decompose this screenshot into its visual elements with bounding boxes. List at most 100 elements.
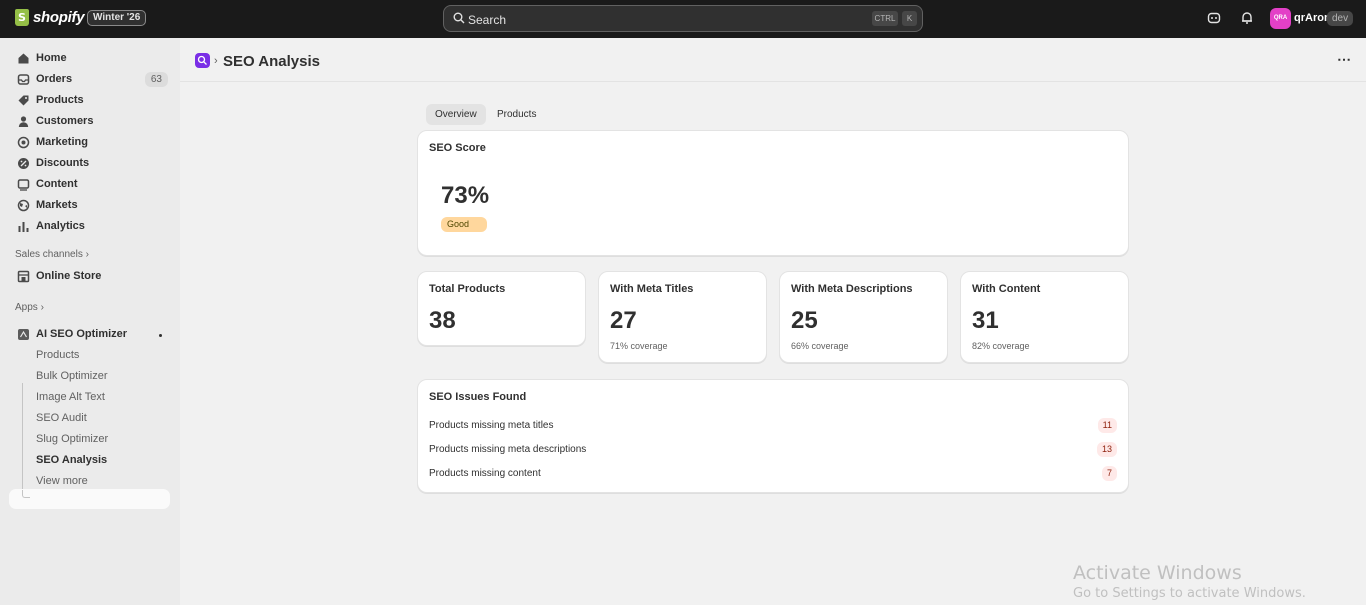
sidebar-item-label: Discounts [36, 157, 90, 169]
seo-score-value: 73% [441, 182, 490, 209]
sidebar-item-customers[interactable]: Customers [9, 111, 170, 132]
target-icon [17, 136, 30, 149]
seo-score-card: SEO Score 73% Good [417, 130, 1129, 256]
stat-card-meta-descriptions: With Meta Descriptions 25 66% coverage [779, 271, 948, 363]
issue-label: Products missing meta titles [429, 420, 554, 431]
seo-app-icon[interactable] [195, 53, 210, 68]
sidebar-item-analytics[interactable]: Analytics [9, 216, 170, 237]
submenu-seo-analysis[interactable]: SEO Analysis [36, 454, 107, 466]
tag-icon [18, 95, 29, 106]
stat-card-content: With Content 31 82% coverage [960, 271, 1129, 363]
seo-issues-card: SEO Issues Found Products missing meta t… [417, 379, 1129, 493]
more-actions-button[interactable]: ⋯ [1335, 52, 1353, 67]
tab-products[interactable]: Products [488, 104, 545, 125]
issue-count-badge: 11 [1097, 418, 1117, 433]
bar-chart-icon [18, 222, 29, 232]
active-submenu-highlight [9, 489, 170, 509]
search-bar[interactable]: Search CTRL K [443, 5, 923, 32]
sales-channels-label: Sales channels [15, 249, 83, 260]
stat-card-total-products: Total Products 38 [417, 271, 586, 346]
search-icon [453, 12, 465, 24]
sidebar-item-label: Online Store [36, 270, 102, 282]
page-header: › SEO Analysis ⋯ [180, 38, 1366, 82]
issue-row: Products missing meta descriptions 13 [429, 442, 1117, 458]
view-more-link[interactable]: View more [36, 475, 88, 487]
sidebar-item-online-store[interactable]: Online Store [9, 266, 170, 287]
sidebar-item-markets[interactable]: Markets [9, 195, 170, 216]
image-icon [17, 179, 30, 191]
version-badge[interactable]: Winter '26 [87, 10, 147, 26]
sidebar-item-label: AI SEO Optimizer [36, 328, 128, 340]
issue-row: Products missing content 7 [429, 466, 1117, 482]
person-icon [18, 116, 29, 127]
sidebar-item-label: Markets [36, 199, 78, 211]
stat-title: With Meta Titles [610, 283, 694, 295]
stat-title: With Meta Descriptions [791, 283, 913, 295]
sidebar-item-label: Products [36, 94, 84, 106]
sidebar-item-label: Orders [36, 73, 73, 85]
top-bar: shopify Winter '26 Search CTRL K QRA qrA… [0, 0, 1366, 38]
sidebar: Home Orders 63 Products Customers Market… [0, 38, 180, 605]
apps-label: Apps [15, 302, 38, 313]
pin-dot-icon [159, 334, 162, 337]
globe-icon [17, 199, 30, 212]
sidebar-item-label: Content [36, 178, 78, 190]
issues-title: SEO Issues Found [429, 391, 527, 403]
stat-coverage: 82% coverage [972, 341, 1030, 351]
submenu-slug-optimizer[interactable]: Slug Optimizer [36, 433, 108, 445]
sidebar-item-content[interactable]: Content [9, 174, 170, 195]
activate-windows-watermark: Activate Windows [1073, 562, 1242, 584]
apps-heading[interactable]: Apps › [15, 302, 44, 313]
stat-card-meta-titles: With Meta Titles 27 71% coverage [598, 271, 767, 363]
activate-windows-subtext: Go to Settings to activate Windows. [1073, 586, 1306, 601]
orders-count-badge: 63 [144, 72, 168, 87]
stat-value: 25 [791, 307, 818, 334]
stat-coverage: 71% coverage [610, 341, 668, 351]
sidebar-item-orders[interactable]: Orders 63 [9, 69, 170, 90]
dev-badge: dev [1327, 11, 1354, 26]
submenu-image-alt-text[interactable]: Image Alt Text [36, 391, 105, 403]
stat-value: 27 [610, 307, 637, 334]
sidebar-item-label: Marketing [36, 136, 88, 148]
shopify-bag-icon [15, 9, 29, 26]
shortcut-ctrl: CTRL [872, 11, 898, 26]
issue-label: Products missing meta descriptions [429, 444, 587, 455]
shortcut-k: K [902, 11, 917, 26]
inbox-icon [17, 74, 30, 85]
sidebar-item-ai-seo-optimizer[interactable]: AI SEO Optimizer [9, 324, 170, 345]
submenu-products[interactable]: Products [36, 349, 79, 361]
issue-label: Products missing content [429, 468, 541, 479]
breadcrumb-chevron-icon: › [214, 55, 218, 67]
tab-overview[interactable]: Overview [426, 104, 486, 125]
chevron-right-icon: › [85, 249, 89, 260]
stat-title: Total Products [429, 283, 506, 295]
submenu-seo-audit[interactable]: SEO Audit [36, 412, 87, 424]
home-icon [18, 53, 29, 64]
search-placeholder: Search [468, 13, 507, 27]
app-icon [18, 329, 29, 340]
magnifier-icon [197, 55, 207, 65]
chevron-right-icon: › [40, 302, 44, 313]
tree-branch-icon [22, 490, 30, 498]
avatar[interactable]: QRA [1270, 8, 1291, 29]
sidekick-icon[interactable] [1207, 11, 1221, 25]
stat-coverage: 66% coverage [791, 341, 849, 351]
sidebar-item-products[interactable]: Products [9, 90, 170, 111]
shopify-logo[interactable]: shopify [15, 9, 85, 26]
submenu-tree-line [22, 383, 23, 498]
submenu-bulk-optimizer[interactable]: Bulk Optimizer [36, 370, 108, 382]
sidebar-item-discounts[interactable]: Discounts [9, 153, 170, 174]
sidebar-item-label: Customers [36, 115, 94, 127]
sidebar-item-marketing[interactable]: Marketing [9, 132, 170, 153]
seo-score-title: SEO Score [429, 142, 486, 154]
page-title: SEO Analysis [223, 53, 320, 70]
status-badge: Good [441, 217, 487, 232]
issue-count-badge: 13 [1096, 442, 1117, 457]
store-icon [17, 270, 30, 283]
username[interactable]: qrAron [1294, 12, 1331, 24]
sales-channels-heading[interactable]: Sales channels › [15, 249, 89, 260]
discount-icon [18, 158, 29, 169]
bell-icon[interactable] [1240, 11, 1254, 25]
stat-value: 38 [429, 307, 456, 334]
sidebar-item-home[interactable]: Home [9, 48, 170, 69]
